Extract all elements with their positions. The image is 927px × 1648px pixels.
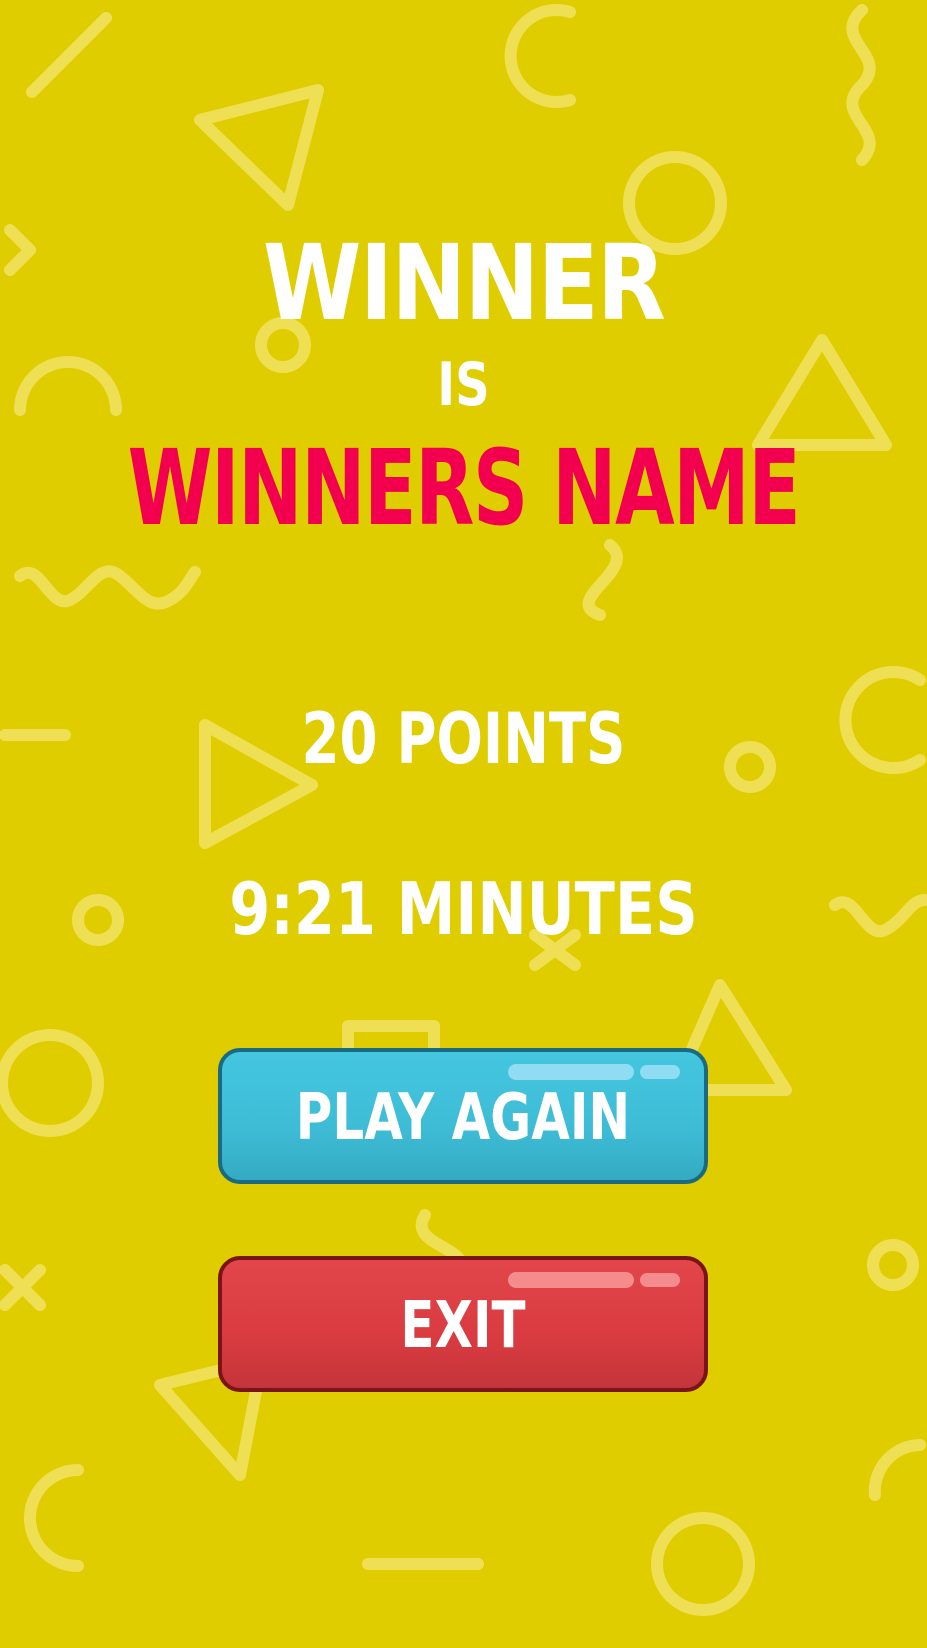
points-score: 20 POINTS xyxy=(301,698,626,780)
exit-label: EXIT xyxy=(400,1289,526,1363)
winner-name: WINNERS NAME xyxy=(127,427,801,549)
play-again-button[interactable]: PLAY AGAIN xyxy=(218,1048,708,1184)
play-again-label: PLAY AGAIN xyxy=(295,1081,631,1155)
game-over-screen: WINNER IS WINNERS NAME 20 POINTS 9:21 MI… xyxy=(0,0,927,1648)
exit-button[interactable]: EXIT xyxy=(218,1256,708,1392)
is-label: IS xyxy=(437,350,490,420)
winner-heading: WINNER xyxy=(262,222,666,344)
elapsed-time: 9:21 MINUTES xyxy=(229,867,698,951)
